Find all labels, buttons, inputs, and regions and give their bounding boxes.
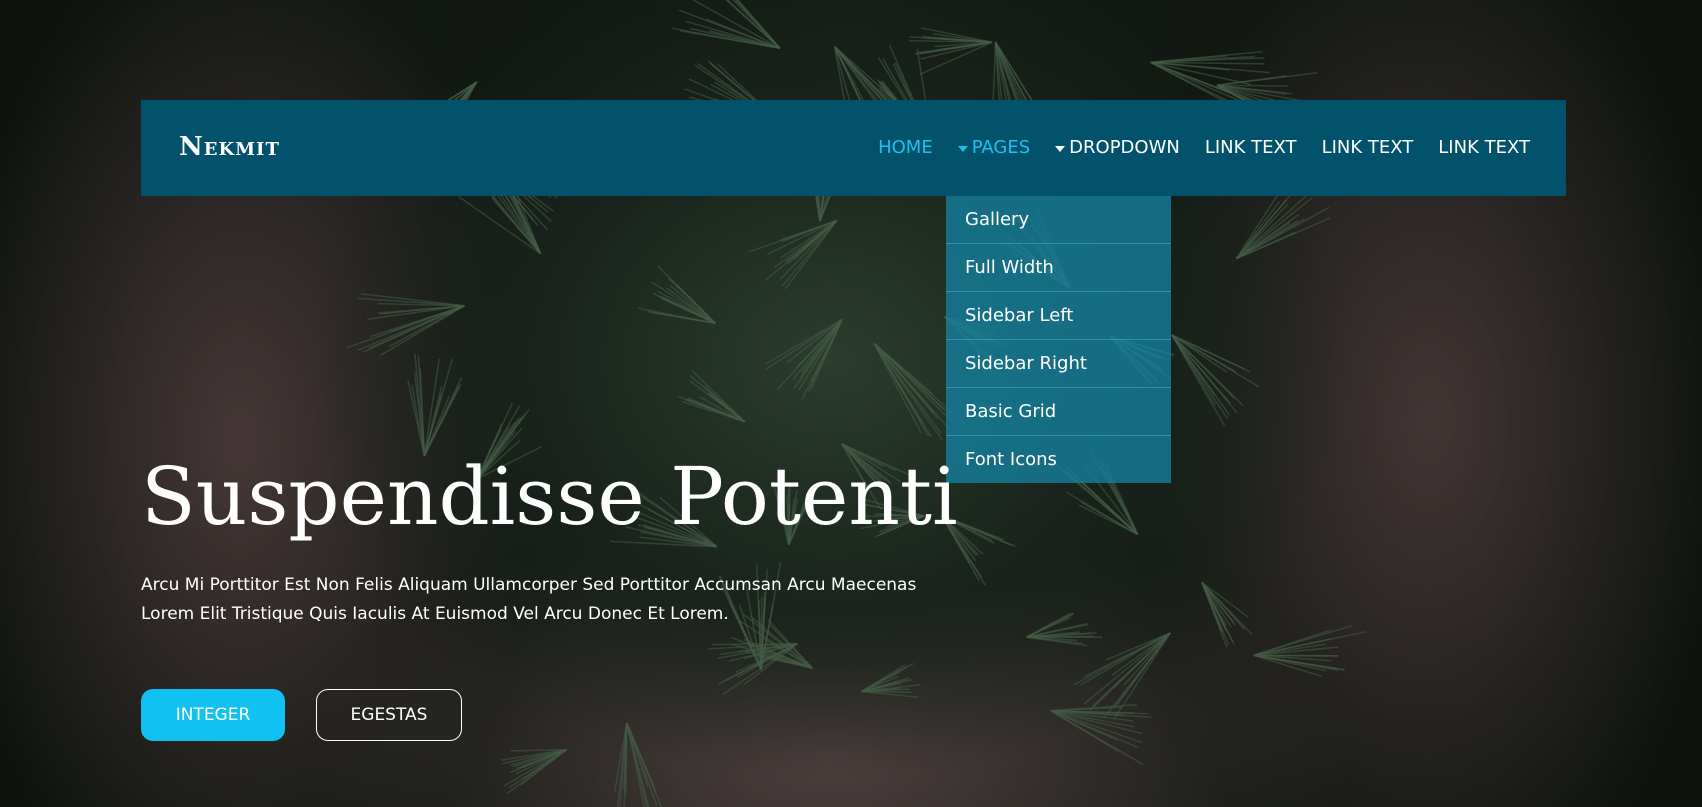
dropdown-item-sidebar-right[interactable]: Sidebar Right [946,340,1171,388]
dropdown-item-font-icons[interactable]: Font Icons [946,436,1171,483]
nav-item-label: LINK TEXT [1321,137,1414,158]
caret-down-icon [1055,146,1066,152]
integer-button[interactable]: INTEGER [141,689,285,741]
nav-item-pages[interactable]: PAGES [957,136,1031,160]
nav-item-link-text-2[interactable]: LINK TEXT [1322,136,1414,160]
nav-item-label: PAGES [971,137,1031,158]
brand-logo[interactable]: Nekmit [179,130,280,164]
egestas-button[interactable]: EGESTAS [316,689,462,741]
dropdown-item-basic-grid[interactable]: Basic Grid [946,388,1171,436]
hero-title: Suspendisse Potenti [141,450,958,543]
main-nav: HOME PAGES DROPDOWN LINK TEXT LINK TEXT … [853,136,1530,160]
dropdown-item-gallery[interactable]: Gallery [946,196,1171,244]
navbar: Nekmit HOME PAGES DROPDOWN LINK TEXT LIN… [141,100,1566,196]
nav-item-link-text-3[interactable]: LINK TEXT [1438,136,1530,160]
caret-down-icon [957,146,968,152]
nav-item-dropdown[interactable]: DROPDOWN [1055,136,1180,160]
pages-dropdown-menu: Gallery Full Width Sidebar Left Sidebar … [946,196,1171,483]
hero-text: Arcu Mi Porttitor Est Non Felis Aliquam … [141,575,917,624]
dropdown-item-full-width[interactable]: Full Width [946,244,1171,292]
nav-item-label: DROPDOWN [1069,137,1180,158]
nav-item-label: LINK TEXT [1438,137,1530,158]
dropdown-item-sidebar-left[interactable]: Sidebar Left [946,292,1171,340]
nav-item-label: HOME [878,137,933,158]
nav-item-label: LINK TEXT [1204,137,1297,158]
nav-item-home[interactable]: HOME [878,136,933,160]
nav-item-link-text-1[interactable]: LINK TEXT [1205,136,1297,160]
